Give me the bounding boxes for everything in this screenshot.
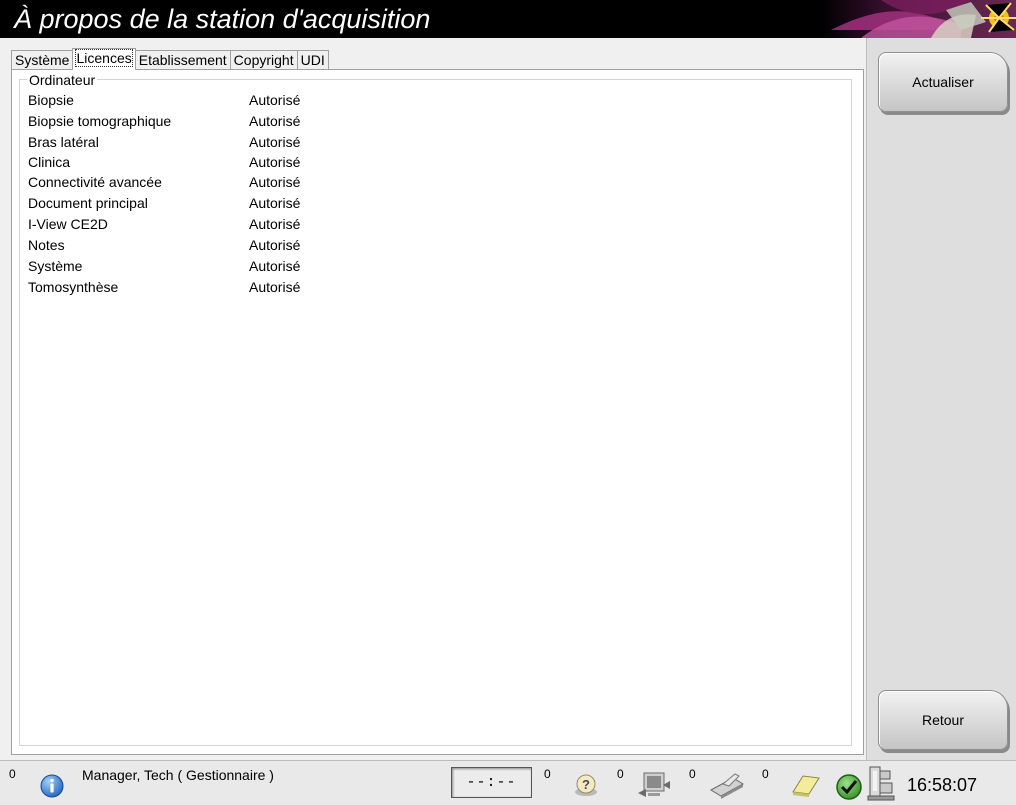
license-row: Connectivité avancée Autorisé xyxy=(28,173,848,194)
license-name: Clinica xyxy=(28,154,71,170)
xray-tube-icon[interactable] xyxy=(866,765,896,801)
info-icon[interactable] xyxy=(40,774,64,798)
tab-label: Système xyxy=(15,52,70,68)
tab-label: Licences xyxy=(75,49,133,67)
license-status: Autorisé xyxy=(249,237,301,253)
refresh-button[interactable]: Actualiser xyxy=(878,52,1008,112)
license-status: Autorisé xyxy=(249,195,301,211)
tab-copyright[interactable]: Copyright xyxy=(229,50,298,69)
about-dialog-content: Système Licences Etablissement Copyright… xyxy=(0,38,866,760)
svg-text:?: ? xyxy=(582,777,590,792)
tab-systeme[interactable]: Système xyxy=(11,50,74,69)
status-bar: 0 Manager, Tech ( Gestionnaire ) --:-- 0… xyxy=(0,760,1016,805)
license-name: Tomosynthèse xyxy=(28,279,119,295)
license-row: Document principal Autorisé xyxy=(28,194,848,215)
license-status: Autorisé xyxy=(249,134,301,150)
license-name: Biopsie tomographique xyxy=(28,113,172,129)
license-status: Autorisé xyxy=(249,258,301,274)
flower-banner-image xyxy=(821,0,1016,38)
license-status: Autorisé xyxy=(249,154,301,170)
note-icon[interactable] xyxy=(789,772,821,798)
license-name: Bras latéral xyxy=(28,134,99,150)
license-name: I-View CE2D xyxy=(28,216,108,232)
license-row: Notes Autorisé xyxy=(28,236,848,257)
notes-count: 0 xyxy=(762,767,769,781)
check-circle-icon[interactable] xyxy=(835,773,863,801)
computer-licenses-group: Ordinateur Biopsie Autorisé Biopsie tomo… xyxy=(19,72,852,746)
exposure-timer: --:-- xyxy=(451,767,532,798)
license-status: Autorisé xyxy=(249,113,301,129)
license-row: Bras latéral Autorisé xyxy=(28,133,848,154)
license-name: Biopsie xyxy=(28,92,74,108)
license-row: Système Autorisé xyxy=(28,257,848,278)
back-button[interactable]: Retour xyxy=(878,690,1008,750)
tab-label: UDI xyxy=(300,52,325,68)
logged-in-user[interactable]: Manager, Tech ( Gestionnaire ) xyxy=(82,767,274,783)
license-status: Autorisé xyxy=(249,279,301,295)
license-name: Connectivité avancée xyxy=(28,174,162,190)
output-device-icon[interactable] xyxy=(636,769,672,799)
window-title: À propos de la station d'acquisition xyxy=(14,4,431,34)
license-row: Tomosynthèse Autorisé xyxy=(28,278,848,299)
tab-etablissement[interactable]: Etablissement xyxy=(134,50,231,69)
tab-label: Copyright xyxy=(233,52,294,68)
group-title: Ordinateur xyxy=(27,72,98,88)
license-name: Document principal xyxy=(28,195,148,211)
license-row: Biopsie tomographique Autorisé xyxy=(28,112,848,133)
clock: 16:58:07 xyxy=(907,775,978,795)
action-sidebar: Actualiser Retour xyxy=(866,38,1016,760)
tab-strip: Système Licences Etablissement Copyright… xyxy=(11,48,329,70)
output-count: 0 xyxy=(617,767,624,781)
tab-udi[interactable]: UDI xyxy=(296,50,329,69)
tab-label: Etablissement xyxy=(138,52,227,68)
license-row: I-View CE2D Autorisé xyxy=(28,215,848,236)
tab-licences[interactable]: Licences xyxy=(72,48,136,70)
license-status: Autorisé xyxy=(249,174,301,190)
license-status: Autorisé xyxy=(249,92,301,108)
alarm-count: 0 xyxy=(9,767,16,781)
license-name: Système xyxy=(28,258,83,274)
license-name: Notes xyxy=(28,237,65,253)
license-row: Biopsie Autorisé xyxy=(28,91,848,112)
printer-icon[interactable] xyxy=(707,770,745,800)
license-row: Clinica Autorisé xyxy=(28,153,848,174)
question-icon[interactable]: ? xyxy=(571,772,601,798)
licences-panel: Ordinateur Biopsie Autorisé Biopsie tomo… xyxy=(11,69,864,755)
print-count: 0 xyxy=(689,767,696,781)
query-count: 0 xyxy=(544,767,551,781)
title-bar: À propos de la station d'acquisition xyxy=(0,0,1016,38)
license-status: Autorisé xyxy=(249,216,301,232)
